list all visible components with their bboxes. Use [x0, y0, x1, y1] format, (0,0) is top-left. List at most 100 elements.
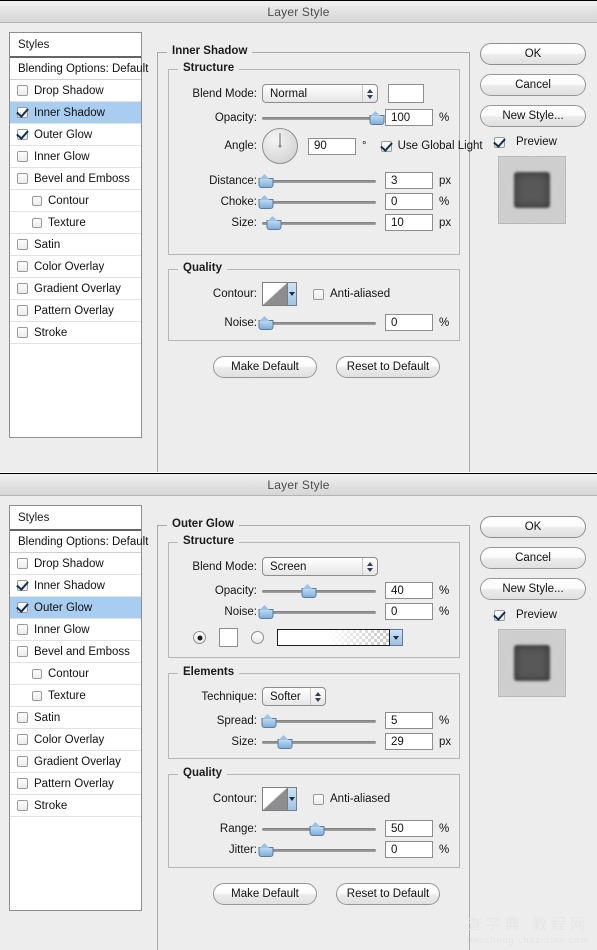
- glow-color-swatch[interactable]: [219, 628, 238, 647]
- sidebar-item-drop-shadow[interactable]: Drop Shadow: [10, 80, 141, 102]
- sidebar-item-blending-options[interactable]: Blending Options: Default: [10, 58, 148, 80]
- noise-field[interactable]: 0: [385, 314, 433, 331]
- sidebar-item-satin[interactable]: Satin: [10, 234, 141, 256]
- sidebar-item-inner-shadow[interactable]: Inner Shadow: [10, 575, 141, 597]
- ok-button[interactable]: OK: [480, 516, 586, 538]
- style-enable-checkbox[interactable]: [17, 129, 28, 140]
- sidebar-item-inner-glow[interactable]: Inner Glow: [10, 619, 141, 641]
- sidebar-item-gradient-overlay[interactable]: Gradient Overlay: [10, 278, 141, 300]
- contour-preset-picker[interactable]: [262, 282, 297, 306]
- anti-aliased-checkbox[interactable]: [313, 288, 324, 300]
- style-enable-checkbox[interactable]: [17, 800, 28, 811]
- style-enable-checkbox[interactable]: [17, 327, 28, 338]
- style-enable-checkbox[interactable]: [32, 195, 42, 206]
- sidebar-item-stroke[interactable]: Stroke: [10, 322, 141, 344]
- blend-mode-select[interactable]: Screen: [262, 557, 378, 576]
- glow-gradient-swatch[interactable]: [277, 629, 390, 646]
- style-enable-checkbox[interactable]: [32, 217, 42, 228]
- range-field[interactable]: 50: [385, 820, 433, 837]
- blend-mode-select[interactable]: Normal: [262, 84, 378, 103]
- distance-slider[interactable]: [258, 173, 376, 188]
- glow-fill-gradient-radio[interactable]: [251, 631, 264, 644]
- noise-slider[interactable]: [258, 315, 376, 330]
- jitter-slider[interactable]: [258, 842, 376, 857]
- preview-checkbox[interactable]: [494, 609, 505, 621]
- sidebar-item-inner-shadow[interactable]: Inner Shadow: [10, 102, 141, 124]
- style-enable-checkbox[interactable]: [17, 173, 28, 184]
- cancel-button[interactable]: Cancel: [480, 74, 586, 96]
- glow-fill-color-radio[interactable]: [193, 631, 206, 644]
- style-enable-checkbox[interactable]: [17, 646, 28, 657]
- cancel-button[interactable]: Cancel: [480, 547, 586, 569]
- make-default-button[interactable]: Make Default: [213, 356, 317, 378]
- gradient-picker-chevron-icon[interactable]: [389, 629, 403, 646]
- style-enable-checkbox[interactable]: [17, 580, 28, 591]
- sidebar-item-outer-glow[interactable]: Outer Glow: [10, 124, 141, 146]
- spread-field[interactable]: 5: [385, 712, 433, 729]
- size-slider[interactable]: [262, 734, 376, 749]
- reset-to-default-button[interactable]: Reset to Default: [336, 883, 440, 905]
- sidebar-item-contour[interactable]: Contour: [10, 663, 141, 685]
- distance-field[interactable]: 3: [385, 172, 433, 189]
- choke-slider[interactable]: [258, 194, 376, 209]
- opacity-field[interactable]: 40: [385, 582, 433, 599]
- opacity-slider[interactable]: [262, 583, 376, 598]
- sidebar-item-pattern-overlay[interactable]: Pattern Overlay: [10, 300, 141, 322]
- technique-select[interactable]: Softer: [262, 687, 326, 706]
- style-enable-checkbox[interactable]: [17, 756, 28, 767]
- sidebar-item-bevel-and-emboss[interactable]: Bevel and Emboss: [10, 641, 141, 663]
- new-style-button[interactable]: New Style...: [480, 105, 586, 127]
- noise-slider[interactable]: [258, 604, 376, 619]
- style-enable-checkbox[interactable]: [17, 778, 28, 789]
- anti-aliased-checkbox[interactable]: [313, 793, 324, 805]
- new-style-button[interactable]: New Style...: [480, 578, 586, 600]
- angle-dial[interactable]: [262, 128, 298, 164]
- style-enable-checkbox[interactable]: [17, 283, 28, 294]
- noise-field[interactable]: 0: [385, 603, 433, 620]
- ok-button[interactable]: OK: [480, 43, 586, 65]
- sidebar-item-satin[interactable]: Satin: [10, 707, 141, 729]
- sidebar-item-contour[interactable]: Contour: [10, 190, 141, 212]
- shadow-color-swatch[interactable]: [388, 84, 424, 103]
- sidebar-item-texture[interactable]: Texture: [10, 212, 141, 234]
- preview-checkbox[interactable]: [494, 136, 505, 148]
- style-enable-checkbox[interactable]: [17, 151, 28, 162]
- sidebar-item-gradient-overlay[interactable]: Gradient Overlay: [10, 751, 141, 773]
- style-enable-checkbox[interactable]: [17, 624, 28, 635]
- sidebar-item-stroke[interactable]: Stroke: [10, 795, 141, 817]
- range-slider[interactable]: [262, 821, 376, 836]
- style-enable-checkbox[interactable]: [17, 558, 28, 569]
- style-enable-checkbox[interactable]: [17, 261, 28, 272]
- sidebar-item-pattern-overlay[interactable]: Pattern Overlay: [10, 773, 141, 795]
- reset-to-default-button[interactable]: Reset to Default: [336, 356, 440, 378]
- size-field[interactable]: 29: [385, 733, 433, 750]
- opacity-slider[interactable]: [262, 110, 385, 125]
- style-enable-checkbox[interactable]: [17, 602, 28, 613]
- style-enable-checkbox[interactable]: [32, 668, 42, 679]
- size-slider[interactable]: [262, 215, 376, 230]
- style-enable-checkbox[interactable]: [32, 690, 42, 701]
- sidebar-item-outer-glow[interactable]: Outer Glow: [10, 597, 141, 619]
- sidebar-item-inner-glow[interactable]: Inner Glow: [10, 146, 141, 168]
- style-enable-checkbox[interactable]: [17, 107, 28, 118]
- size-field[interactable]: 10: [385, 214, 433, 231]
- jitter-field[interactable]: 0: [385, 841, 433, 858]
- angle-field[interactable]: 90: [308, 137, 356, 155]
- contour-preset-picker[interactable]: [262, 787, 297, 811]
- style-enable-checkbox[interactable]: [17, 305, 28, 316]
- sidebar-item-drop-shadow[interactable]: Drop Shadow: [10, 553, 141, 575]
- opacity-field[interactable]: 100: [385, 109, 433, 126]
- style-enable-checkbox[interactable]: [17, 712, 28, 723]
- style-enable-checkbox[interactable]: [17, 85, 28, 96]
- make-default-button[interactable]: Make Default: [213, 883, 317, 905]
- sidebar-item-bevel-and-emboss[interactable]: Bevel and Emboss: [10, 168, 141, 190]
- choke-field[interactable]: 0: [385, 193, 433, 210]
- sidebar-item-texture[interactable]: Texture: [10, 685, 141, 707]
- sidebar-item-blending-options[interactable]: Blending Options: Default: [10, 531, 148, 553]
- sidebar-item-color-overlay[interactable]: Color Overlay: [10, 729, 141, 751]
- style-enable-checkbox[interactable]: [17, 239, 28, 250]
- style-enable-checkbox[interactable]: [17, 734, 28, 745]
- spread-slider[interactable]: [261, 713, 376, 728]
- use-global-light-checkbox[interactable]: [380, 140, 392, 152]
- sidebar-item-color-overlay[interactable]: Color Overlay: [10, 256, 141, 278]
